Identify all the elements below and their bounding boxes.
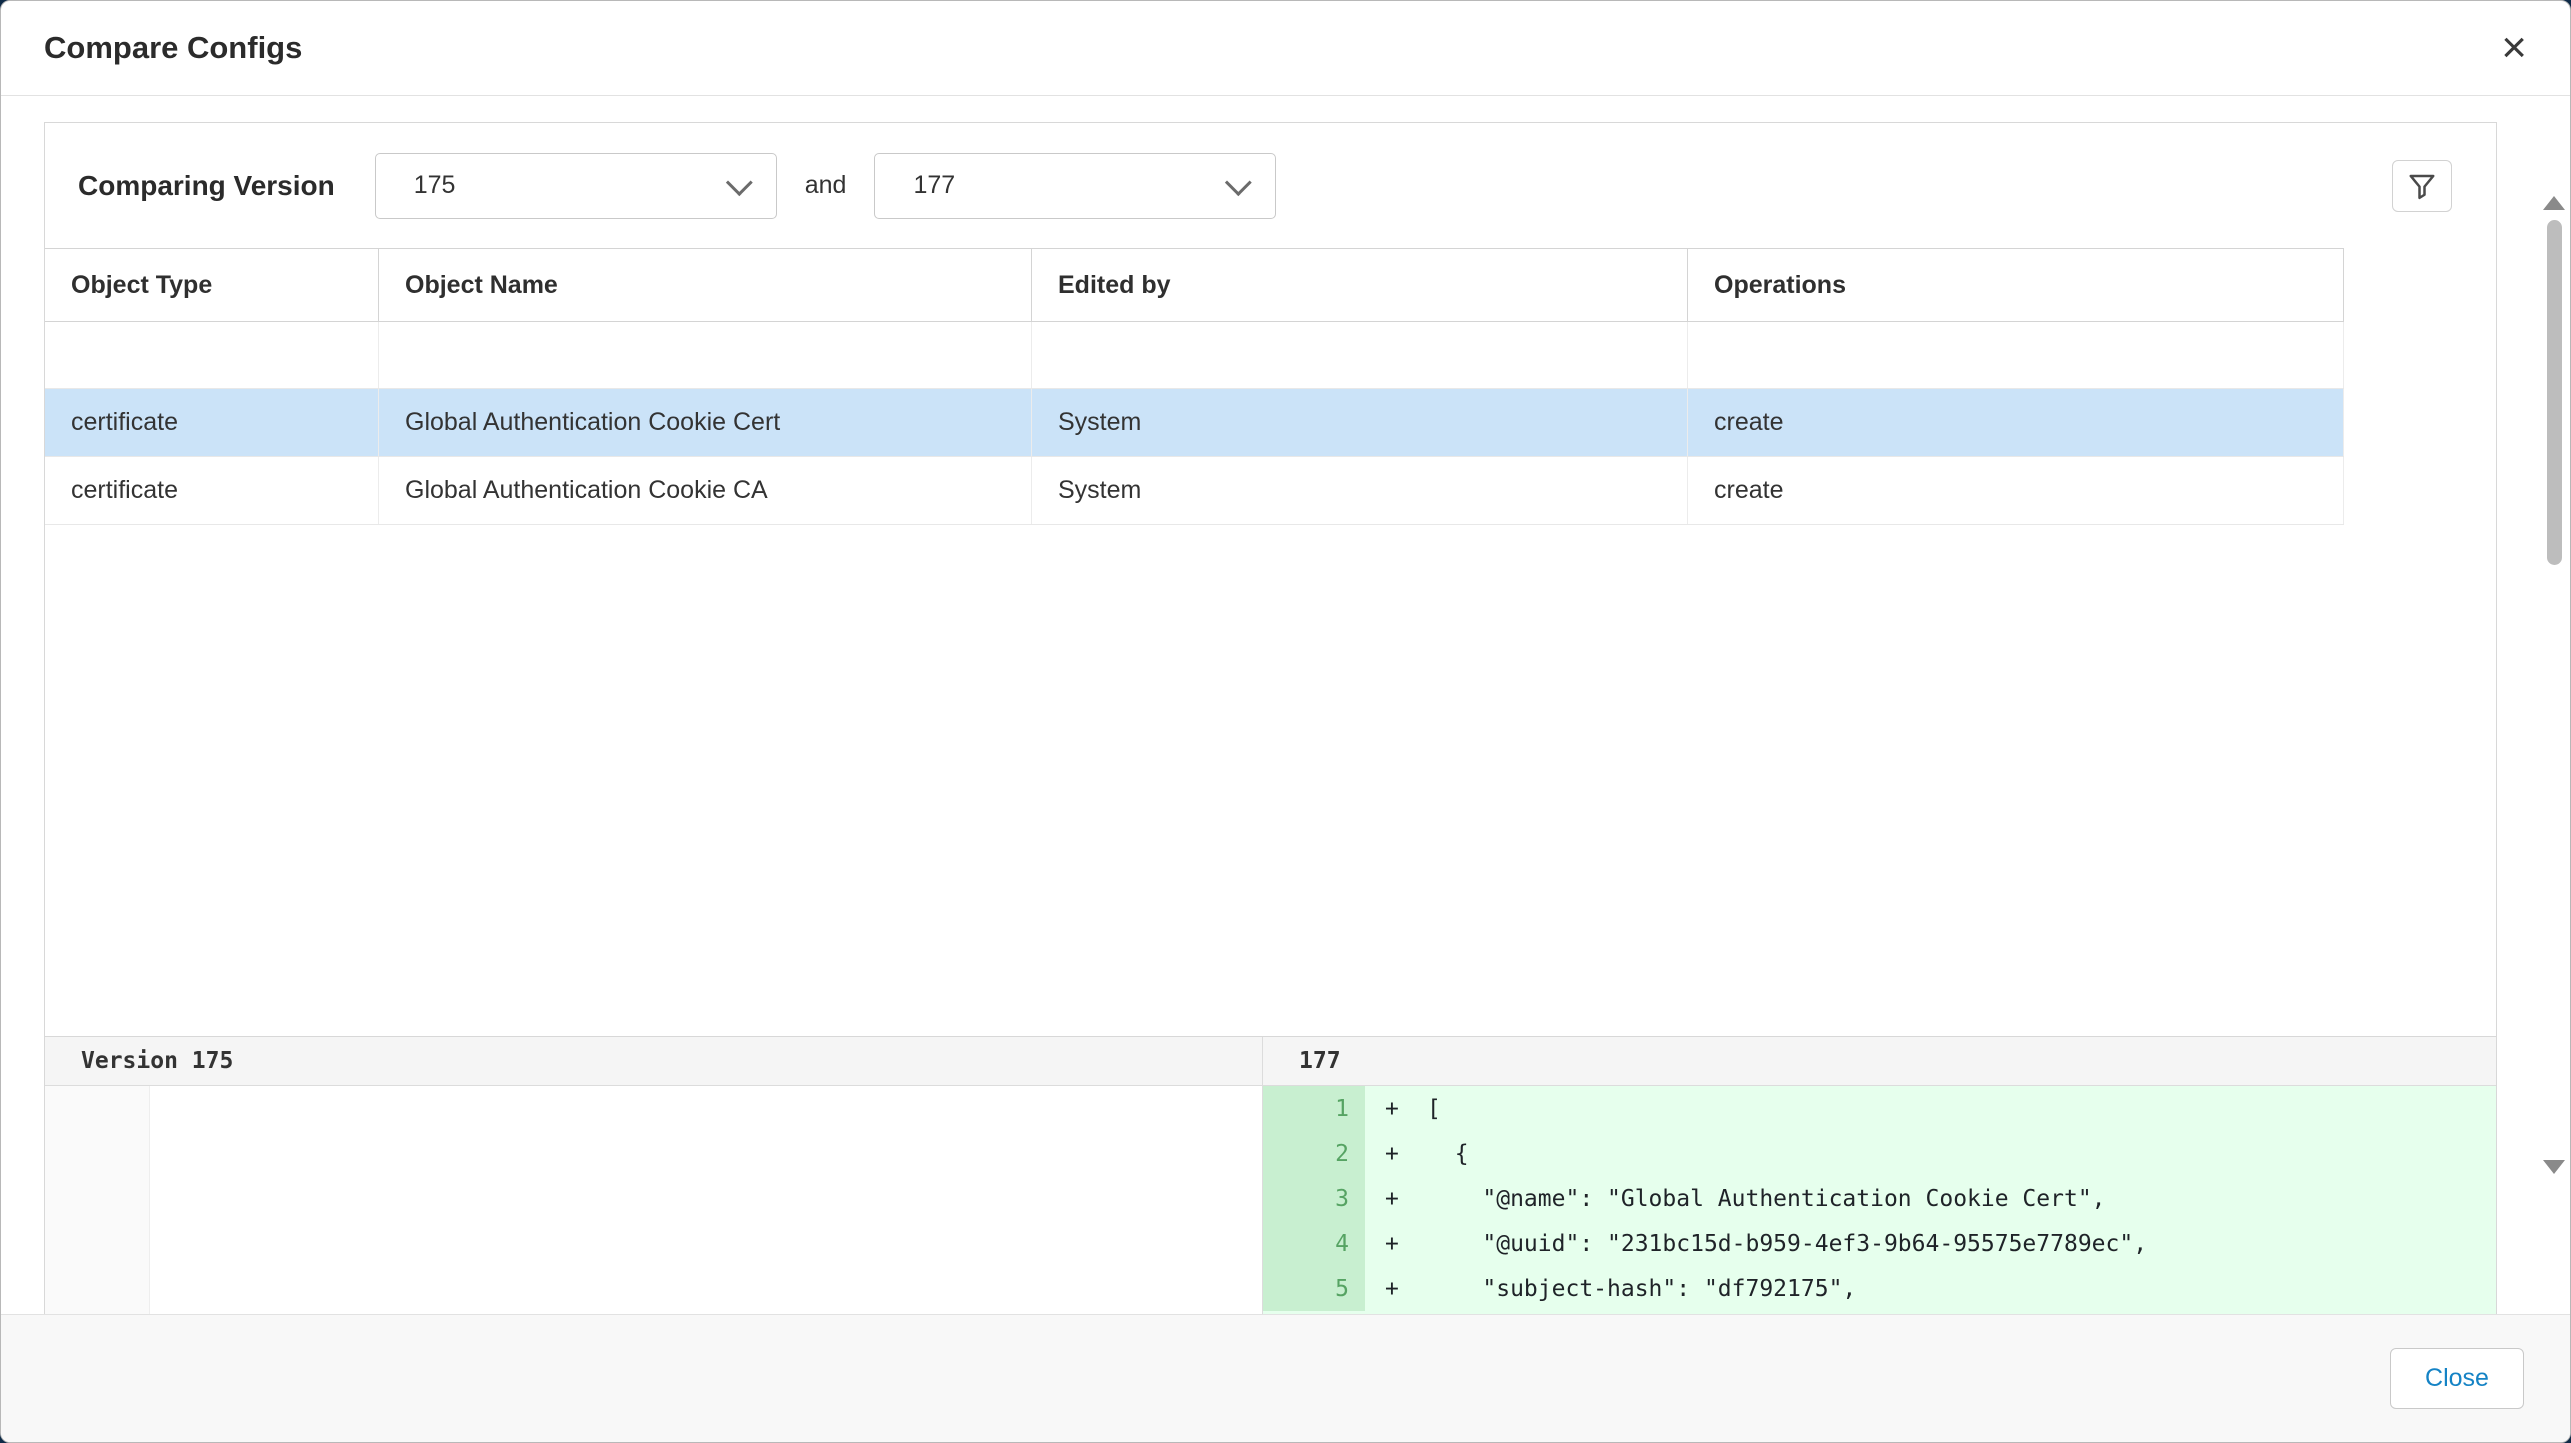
- close-icon[interactable]: ×: [2501, 26, 2527, 70]
- diff-pane-left: [45, 1086, 1262, 1314]
- version-a-select[interactable]: 175: [375, 153, 777, 219]
- scroll-up-icon[interactable]: [2543, 196, 2565, 210]
- comparing-version-label: Comparing Version: [78, 170, 335, 202]
- diff-header-left: Version 175: [45, 1037, 1262, 1085]
- diff-add-sign: +: [1365, 1141, 1427, 1167]
- version-a-value: 175: [414, 171, 456, 200]
- filter-cell[interactable]: [45, 322, 379, 388]
- column-header-object-name[interactable]: Object Name: [379, 249, 1032, 321]
- diff-line-number: 2: [1263, 1131, 1365, 1176]
- chevron-down-icon: [726, 169, 753, 196]
- version-b-value: 177: [913, 171, 955, 200]
- column-header-edited-by[interactable]: Edited by: [1032, 249, 1688, 321]
- diff-line: 3 + "@name": "Global Authentication Cook…: [1263, 1176, 2496, 1221]
- table-header-row: Object Type Object Name Edited by Operat…: [45, 248, 2344, 322]
- modal-header: Compare Configs ×: [1, 1, 2570, 96]
- cell-object-name: Global Authentication Cookie Cert: [379, 389, 1032, 456]
- diff-body: 1 + [ 2 + { 3 + "@name": "Glob: [45, 1086, 2496, 1314]
- column-header-operations[interactable]: Operations: [1688, 249, 2344, 321]
- diff-line: 1 + [: [1263, 1086, 2496, 1131]
- filter-cell[interactable]: [379, 322, 1032, 388]
- diff-add-sign: +: [1365, 1096, 1427, 1122]
- diff-line-number: 1: [1263, 1086, 1365, 1131]
- chevron-down-icon: [1225, 169, 1252, 196]
- column-header-object-type[interactable]: Object Type: [45, 249, 379, 321]
- table-empty-area: [45, 525, 2496, 1036]
- modal-title: Compare Configs: [44, 30, 302, 66]
- cell-edited-by: System: [1032, 457, 1688, 524]
- diff-line: 5 + "subject-hash": "df792175",: [1263, 1266, 2496, 1311]
- diff-header-bar: Version 175 177: [45, 1037, 2496, 1086]
- scroll-down-icon[interactable]: [2543, 1160, 2565, 1174]
- scrollbar[interactable]: [2542, 196, 2566, 1174]
- diff-line: 4 + "@uuid": "231bc15d-b959-4ef3-9b64-95…: [1263, 1221, 2496, 1266]
- table-row[interactable]: certificate Global Authentication Cookie…: [45, 389, 2344, 457]
- filter-icon: [2407, 171, 2437, 201]
- compare-panel: Comparing Version 175 and 177: [44, 122, 2497, 1314]
- diff-line-number: 4: [1263, 1221, 1365, 1266]
- cell-object-type: certificate: [45, 457, 379, 524]
- diff-line-text: "subject-hash": "df792175",: [1427, 1276, 1856, 1302]
- diff-line: 2 + {: [1263, 1131, 2496, 1176]
- close-button[interactable]: Close: [2390, 1348, 2524, 1409]
- cell-operations: create: [1688, 389, 2344, 456]
- compare-configs-modal: Compare Configs × Comparing Version 175 …: [0, 0, 2571, 1443]
- diff-line-text: [: [1427, 1096, 1441, 1122]
- diff-line-text: "@name": "Global Authentication Cookie C…: [1427, 1186, 2106, 1212]
- diff-add-sign: +: [1365, 1276, 1427, 1302]
- diff-viewer: Version 175 177 1 + [: [45, 1036, 2496, 1314]
- diff-line-text: {: [1427, 1141, 1469, 1167]
- modal-body: Comparing Version 175 and 177: [1, 96, 2570, 1314]
- diff-left-version-label: Version 175: [81, 1048, 233, 1074]
- diff-right-version-label: 177: [1299, 1048, 1341, 1074]
- and-label: and: [805, 171, 847, 200]
- version-b-select[interactable]: 177: [874, 153, 1276, 219]
- cell-edited-by: System: [1032, 389, 1688, 456]
- diff-line-text: "@uuid": "231bc15d-b959-4ef3-9b64-95575e…: [1427, 1231, 2147, 1257]
- filter-cell[interactable]: [1688, 322, 2344, 388]
- diff-line-number: 5: [1263, 1266, 1365, 1311]
- cell-operations: create: [1688, 457, 2344, 524]
- diff-add-sign: +: [1365, 1231, 1427, 1257]
- diff-left-gutter: [45, 1086, 150, 1314]
- diff-header-right: 177: [1262, 1037, 2496, 1085]
- diff-add-sign: +: [1365, 1186, 1427, 1212]
- diff-pane-right: 1 + [ 2 + { 3 + "@name": "Glob: [1262, 1086, 2496, 1314]
- changes-table: Object Type Object Name Edited by Operat…: [45, 248, 2344, 525]
- cell-object-type: certificate: [45, 389, 379, 456]
- scrollbar-thumb[interactable]: [2547, 220, 2562, 565]
- table-row[interactable]: certificate Global Authentication Cookie…: [45, 457, 2344, 525]
- filter-cell[interactable]: [1032, 322, 1688, 388]
- modal-footer: Close: [1, 1314, 2570, 1442]
- cell-object-name: Global Authentication Cookie CA: [379, 457, 1032, 524]
- diff-line-number: 3: [1263, 1176, 1365, 1221]
- compare-toolbar: Comparing Version 175 and 177: [45, 123, 2496, 248]
- filter-button[interactable]: [2392, 160, 2452, 212]
- filter-row[interactable]: [45, 322, 2344, 389]
